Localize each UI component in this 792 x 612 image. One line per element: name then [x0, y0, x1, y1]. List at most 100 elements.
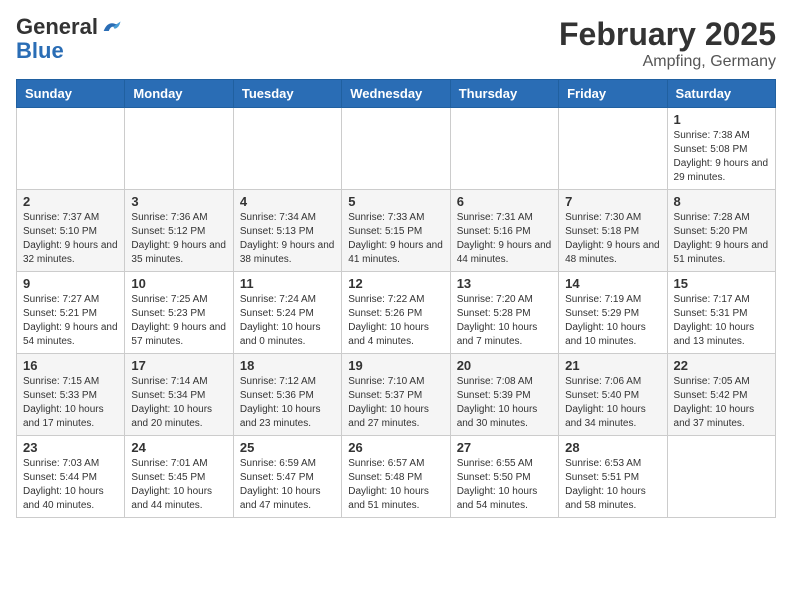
- day-number: 24: [131, 440, 226, 455]
- day-info: Sunrise: 7:27 AM Sunset: 5:21 PM Dayligh…: [23, 293, 118, 349]
- day-number: 1: [674, 112, 769, 127]
- calendar-cell: 25 Sunrise: 6:59 AM Sunset: 5:47 PM Dayli…: [233, 436, 341, 518]
- calendar-week-row: 1 Sunrise: 7:38 AM Sunset: 5:08 PM Daylig…: [17, 108, 776, 190]
- calendar-cell: 22 Sunrise: 7:05 AM Sunset: 5:42 PM Dayli…: [667, 354, 775, 436]
- calendar-cell: 5Sunrise: 7:33 AM Sunset: 5:15 PM Daylig…: [342, 190, 450, 272]
- day-info: Sunrise: 7:15 AM Sunset: 5:33 PM Dayligh…: [23, 375, 118, 431]
- calendar-cell: 13 Sunrise: 7:20 AM Sunset: 5:28 PM Dayli…: [450, 272, 558, 354]
- calendar-cell: 6 Sunrise: 7:31 AM Sunset: 5:16 PM Daylig…: [450, 190, 558, 272]
- page-header: General Blue February 2025 Ampfing, Germ…: [16, 16, 776, 71]
- day-info: Sunrise: 7:38 AM Sunset: 5:08 PM Dayligh…: [674, 129, 769, 185]
- calendar-cell: 2 Sunrise: 7:37 AM Sunset: 5:10 PM Daylig…: [17, 190, 125, 272]
- calendar-cell: [233, 108, 341, 190]
- day-number: 6: [457, 194, 552, 209]
- day-info: Sunrise: 7:14 AM Sunset: 5:34 PM Dayligh…: [131, 375, 226, 431]
- day-info: Sunrise: 7:05 AM Sunset: 5:42 PM Dayligh…: [674, 375, 769, 431]
- calendar-cell: 4Sunrise: 7:34 AM Sunset: 5:13 PM Daylig…: [233, 190, 341, 272]
- day-number: 27: [457, 440, 552, 455]
- weekday-header-sunday: Sunday: [17, 80, 125, 108]
- day-info: Sunrise: 6:57 AM Sunset: 5:48 PM Dayligh…: [348, 457, 443, 513]
- calendar-cell: 7 Sunrise: 7:30 AM Sunset: 5:18 PM Daylig…: [559, 190, 667, 272]
- day-info: Sunrise: 7:30 AM Sunset: 5:18 PM Dayligh…: [565, 211, 660, 267]
- calendar-week-row: 23 Sunrise: 7:03 AM Sunset: 5:44 PM Dayli…: [17, 436, 776, 518]
- day-info: Sunrise: 7:24 AM Sunset: 5:24 PM Dayligh…: [240, 293, 335, 349]
- logo-blue-text: Blue: [16, 38, 64, 64]
- day-info: Sunrise: 7:22 AM Sunset: 5:26 PM Dayligh…: [348, 293, 443, 349]
- day-number: 12: [348, 276, 443, 291]
- calendar-cell: 20 Sunrise: 7:08 AM Sunset: 5:39 PM Dayli…: [450, 354, 558, 436]
- day-number: 7: [565, 194, 660, 209]
- calendar-cell: [667, 436, 775, 518]
- day-info: Sunrise: 7:08 AM Sunset: 5:39 PM Dayligh…: [457, 375, 552, 431]
- day-number: 28: [565, 440, 660, 455]
- day-info: Sunrise: 6:59 AM Sunset: 5:47 PM Dayligh…: [240, 457, 335, 513]
- calendar-week-row: 2 Sunrise: 7:37 AM Sunset: 5:10 PM Daylig…: [17, 190, 776, 272]
- day-number: 22: [674, 358, 769, 373]
- day-info: Sunrise: 7:37 AM Sunset: 5:10 PM Dayligh…: [23, 211, 118, 267]
- day-info: Sunrise: 7:25 AM Sunset: 5:23 PM Dayligh…: [131, 293, 226, 349]
- calendar-cell: 10Sunrise: 7:25 AM Sunset: 5:23 PM Dayli…: [125, 272, 233, 354]
- logo-general-text: General: [16, 16, 98, 38]
- day-info: Sunrise: 7:34 AM Sunset: 5:13 PM Dayligh…: [240, 211, 335, 267]
- calendar-cell: 23 Sunrise: 7:03 AM Sunset: 5:44 PM Dayli…: [17, 436, 125, 518]
- day-info: Sunrise: 7:03 AM Sunset: 5:44 PM Dayligh…: [23, 457, 118, 513]
- location-heading: Ampfing, Germany: [559, 53, 776, 71]
- calendar-cell: [17, 108, 125, 190]
- day-info: Sunrise: 7:17 AM Sunset: 5:31 PM Dayligh…: [674, 293, 769, 349]
- calendar-cell: 8 Sunrise: 7:28 AM Sunset: 5:20 PM Daylig…: [667, 190, 775, 272]
- calendar-cell: [559, 108, 667, 190]
- calendar-cell: 27 Sunrise: 6:55 AM Sunset: 5:50 PM Dayli…: [450, 436, 558, 518]
- calendar-week-row: 9Sunrise: 7:27 AM Sunset: 5:21 PM Daylig…: [17, 272, 776, 354]
- day-info: Sunrise: 7:28 AM Sunset: 5:20 PM Dayligh…: [674, 211, 769, 267]
- day-number: 25: [240, 440, 335, 455]
- calendar-cell: 3 Sunrise: 7:36 AM Sunset: 5:12 PM Daylig…: [125, 190, 233, 272]
- calendar-cell: [125, 108, 233, 190]
- day-info: Sunrise: 7:19 AM Sunset: 5:29 PM Dayligh…: [565, 293, 660, 349]
- calendar-cell: 28 Sunrise: 6:53 AM Sunset: 5:51 PM Dayli…: [559, 436, 667, 518]
- logo-bird-icon: [100, 16, 122, 38]
- calendar-cell: 9Sunrise: 7:27 AM Sunset: 5:21 PM Daylig…: [17, 272, 125, 354]
- day-info: Sunrise: 7:12 AM Sunset: 5:36 PM Dayligh…: [240, 375, 335, 431]
- day-info: Sunrise: 6:55 AM Sunset: 5:50 PM Dayligh…: [457, 457, 552, 513]
- day-info: Sunrise: 7:20 AM Sunset: 5:28 PM Dayligh…: [457, 293, 552, 349]
- weekday-header-thursday: Thursday: [450, 80, 558, 108]
- calendar-table: SundayMondayTuesdayWednesdayThursdayFrid…: [16, 79, 776, 518]
- calendar-cell: 1 Sunrise: 7:38 AM Sunset: 5:08 PM Daylig…: [667, 108, 775, 190]
- month-year-heading: February 2025: [559, 16, 776, 53]
- day-number: 26: [348, 440, 443, 455]
- day-info: Sunrise: 7:36 AM Sunset: 5:12 PM Dayligh…: [131, 211, 226, 267]
- day-info: Sunrise: 7:10 AM Sunset: 5:37 PM Dayligh…: [348, 375, 443, 431]
- calendar-header-row: SundayMondayTuesdayWednesdayThursdayFrid…: [17, 80, 776, 108]
- day-number: 14: [565, 276, 660, 291]
- day-number: 5: [348, 194, 443, 209]
- day-number: 13: [457, 276, 552, 291]
- weekday-header-saturday: Saturday: [667, 80, 775, 108]
- day-number: 19: [348, 358, 443, 373]
- calendar-cell: [450, 108, 558, 190]
- calendar-cell: 21Sunrise: 7:06 AM Sunset: 5:40 PM Dayli…: [559, 354, 667, 436]
- weekday-header-friday: Friday: [559, 80, 667, 108]
- day-info: Sunrise: 7:01 AM Sunset: 5:45 PM Dayligh…: [131, 457, 226, 513]
- day-number: 3: [131, 194, 226, 209]
- calendar-cell: 17Sunrise: 7:14 AM Sunset: 5:34 PM Dayli…: [125, 354, 233, 436]
- calendar-cell: 26 Sunrise: 6:57 AM Sunset: 5:48 PM Dayli…: [342, 436, 450, 518]
- day-number: 20: [457, 358, 552, 373]
- day-info: Sunrise: 7:31 AM Sunset: 5:16 PM Dayligh…: [457, 211, 552, 267]
- calendar-week-row: 16 Sunrise: 7:15 AM Sunset: 5:33 PM Dayli…: [17, 354, 776, 436]
- weekday-header-tuesday: Tuesday: [233, 80, 341, 108]
- calendar-cell: 18 Sunrise: 7:12 AM Sunset: 5:36 PM Dayli…: [233, 354, 341, 436]
- day-number: 23: [23, 440, 118, 455]
- day-number: 11: [240, 276, 335, 291]
- day-number: 21: [565, 358, 660, 373]
- calendar-cell: 12 Sunrise: 7:22 AM Sunset: 5:26 PM Dayli…: [342, 272, 450, 354]
- day-number: 8: [674, 194, 769, 209]
- month-title: February 2025 Ampfing, Germany: [559, 16, 776, 71]
- day-number: 16: [23, 358, 118, 373]
- calendar-cell: 15 Sunrise: 7:17 AM Sunset: 5:31 PM Dayli…: [667, 272, 775, 354]
- day-number: 15: [674, 276, 769, 291]
- day-number: 18: [240, 358, 335, 373]
- calendar-cell: 16 Sunrise: 7:15 AM Sunset: 5:33 PM Dayli…: [17, 354, 125, 436]
- day-info: Sunrise: 6:53 AM Sunset: 5:51 PM Dayligh…: [565, 457, 660, 513]
- day-number: 2: [23, 194, 118, 209]
- calendar-cell: 24 Sunrise: 7:01 AM Sunset: 5:45 PM Dayli…: [125, 436, 233, 518]
